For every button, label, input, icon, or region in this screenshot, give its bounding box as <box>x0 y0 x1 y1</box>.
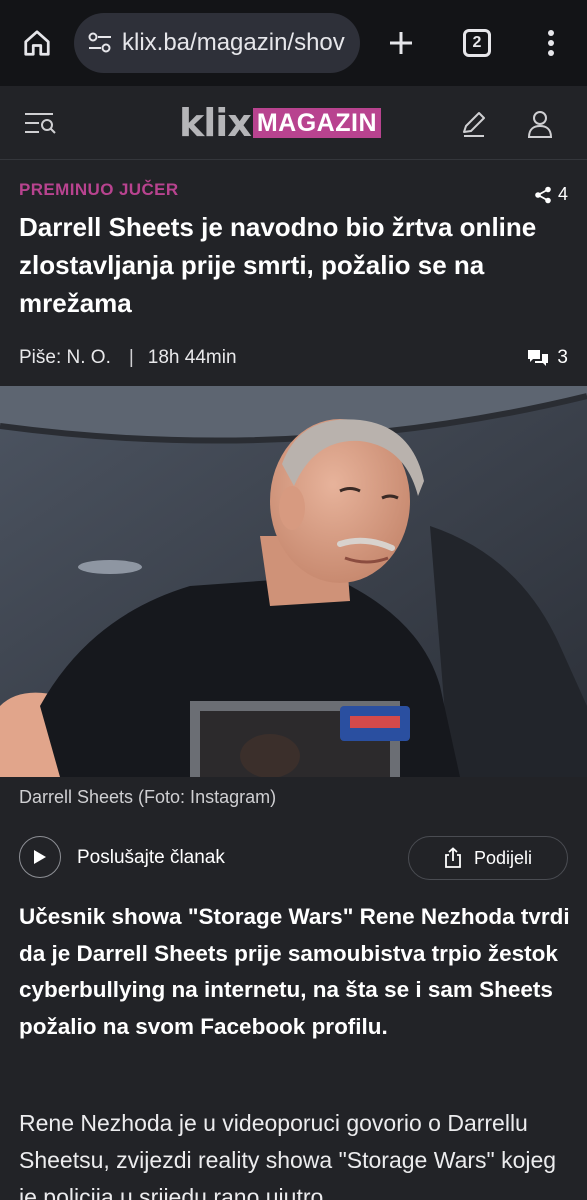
logo-magazin: MAGAZIN <box>252 108 381 138</box>
comments-link[interactable]: 3 <box>527 347 568 369</box>
listen-label[interactable]: Poslušajte članak <box>77 847 225 869</box>
share-button-label: Podijeli <box>473 847 533 868</box>
meta-separator: | <box>128 347 134 368</box>
more-vert-icon[interactable] <box>530 22 572 64</box>
tab-count: 2 <box>463 29 491 57</box>
search-menu-icon[interactable] <box>20 104 60 142</box>
play-audio-button[interactable] <box>19 836 61 878</box>
pen-icon[interactable] <box>456 106 492 142</box>
article-lead: Učesnik showa "Storage Wars" Rene Nezhod… <box>19 904 570 1039</box>
share-count-value: 4 <box>557 184 568 204</box>
browser-toolbar: klix.ba/magazin/shov 2 <box>0 0 587 86</box>
url-text[interactable]: klix.ba/magazin/shov <box>122 29 345 57</box>
article-meta: Piše: N. O. | 18h 44min <box>19 347 237 369</box>
tune-icon[interactable] <box>86 29 114 57</box>
comments-icon <box>528 350 549 366</box>
share-counter[interactable]: 4 <box>534 184 568 205</box>
article-headline: Darrell Sheets je navodno bio žrtva onli… <box>19 212 537 318</box>
play-icon <box>34 850 46 864</box>
publish-time: 18h 44min <box>147 347 237 368</box>
tabs-button[interactable]: 2 <box>456 22 498 64</box>
article-kicker[interactable]: PREMINUO JUČER <box>19 180 179 200</box>
address-bar[interactable]: klix.ba/magazin/shov <box>74 13 360 73</box>
logo-klix: klix <box>179 101 252 145</box>
photo-caption: Darrell Sheets (Foto: Instagram) <box>19 787 277 807</box>
comment-count: 3 <box>557 347 568 368</box>
article-photo[interactable] <box>0 386 587 777</box>
share-button[interactable]: Podijeli <box>408 836 568 880</box>
site-header: klix MAGAZIN <box>0 86 587 160</box>
share-icon <box>535 186 551 203</box>
user-icon[interactable] <box>522 106 558 142</box>
author[interactable]: Piše: N. O. <box>19 347 111 369</box>
site-logo[interactable]: klix MAGAZIN <box>179 104 381 142</box>
home-icon[interactable] <box>16 22 58 64</box>
upload-share-icon <box>445 847 461 868</box>
article-paragraph: Rene Nezhoda je u videoporuci govorio o … <box>19 1110 557 1200</box>
new-tab-icon[interactable] <box>380 22 422 64</box>
